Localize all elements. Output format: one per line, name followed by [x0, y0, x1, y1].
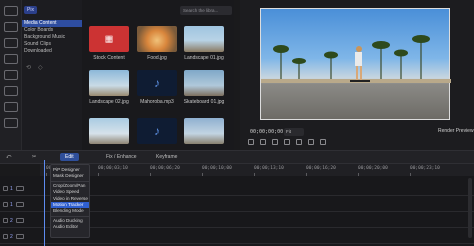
next-frame-icon[interactable]	[284, 139, 290, 145]
timeline-ruler[interactable]: 00;00;00;0000;00;03;1000;00;06;2000;00;1…	[40, 164, 474, 176]
media-tile[interactable]: ▦	[89, 26, 129, 52]
timeline-scrollbar[interactable]	[468, 178, 472, 238]
ruler-tick-label: 00;00;20;00	[358, 166, 388, 171]
music-note-icon: ♪	[154, 76, 160, 90]
menu-item[interactable]: Mask Designer	[51, 173, 89, 179]
media-label: Landscape 01.jpg	[184, 55, 224, 61]
music-note-icon: ♪	[154, 124, 160, 138]
tab-fix-enhance[interactable]: Fix / Enhance	[106, 154, 137, 160]
import-icon[interactable]	[3, 6, 18, 16]
video-track-icon	[16, 186, 24, 191]
tree-item[interactable]: Downloaded	[22, 48, 82, 55]
media-tile[interactable]	[89, 70, 129, 96]
plugins-icon[interactable]	[3, 22, 18, 32]
chapter-icon[interactable]	[3, 118, 18, 128]
preview-video-frame	[260, 8, 451, 120]
media-label: Landscape 02.jpg	[89, 99, 129, 105]
track-number: 1	[10, 186, 13, 192]
ruler-tick-label: 00;00;06;20	[150, 166, 180, 171]
track-toggle-icon[interactable]	[3, 218, 8, 223]
ruler-tick-label: 00;00;13;10	[254, 166, 284, 171]
tag-icon[interactable]: ⟲	[26, 64, 31, 71]
tree-item[interactable]: Sound Clips	[22, 41, 82, 48]
track-number: 2	[10, 234, 13, 240]
playhead[interactable]	[44, 160, 45, 246]
app-window: Pix Media Content Color Boards Background …	[0, 0, 474, 246]
tree-item[interactable]: Media Content	[22, 20, 82, 27]
left-icon-rail	[0, 0, 22, 150]
snapshot-icon[interactable]	[308, 139, 314, 145]
track-number: 1	[10, 202, 13, 208]
media-tile[interactable]	[89, 118, 129, 144]
transport-controls	[248, 139, 326, 145]
track-toggle-icon[interactable]	[3, 234, 8, 239]
library-tree: Pix Media Content Color Boards Background …	[22, 0, 82, 150]
play-icon[interactable]	[248, 139, 254, 145]
skater-figure	[350, 46, 370, 82]
menu-separator	[51, 180, 89, 182]
ruler-tick-label: 00;00;23;10	[410, 166, 440, 171]
media-tile[interactable]: ♪	[137, 118, 177, 144]
stop-icon[interactable]	[260, 139, 266, 145]
tree-item[interactable]: Color Boards	[22, 27, 82, 34]
audio-mix-icon[interactable]	[3, 102, 18, 112]
particle-icon[interactable]	[3, 86, 18, 96]
search-input[interactable]: Search the libra...	[180, 6, 232, 15]
tab-keyframe[interactable]: Keyframe	[156, 154, 177, 160]
audio-track-icon	[16, 234, 24, 239]
menu-item[interactable]: Blending Mode	[51, 208, 89, 214]
media-tile[interactable]: ♪	[137, 70, 177, 96]
track-toggle-icon[interactable]	[3, 202, 8, 207]
filter-icon[interactable]: ◇	[38, 64, 43, 71]
preview-controls: 00;00;00;00 Fit Render Preview	[248, 128, 474, 138]
ruler-tick-label: 00;00;10;00	[202, 166, 232, 171]
fast-forward-icon[interactable]	[296, 139, 302, 145]
audio-track-icon	[16, 202, 24, 207]
media-tile[interactable]	[184, 118, 224, 144]
ruler-tick-label: 00;00;03;10	[98, 166, 128, 171]
timeline-toolbar: ⤺ ✂ Edit Fix / Enhance Keyframe	[0, 150, 474, 164]
undo-icon[interactable]: ⤺	[6, 154, 11, 160]
tab-edit[interactable]: Edit	[60, 153, 79, 161]
media-tile[interactable]	[184, 26, 224, 52]
title-icon[interactable]	[3, 54, 18, 64]
timecode-display[interactable]: 00;00;00;00	[250, 129, 283, 135]
media-label: Mahoroba.mp3	[140, 99, 174, 105]
fit-select[interactable]: Fit	[284, 128, 304, 136]
media-library-icon: ▦	[104, 33, 114, 44]
transition-icon[interactable]	[3, 70, 18, 80]
ruler-tick-label: 00;00;16;20	[306, 166, 336, 171]
scissors-icon[interactable]: ✂	[32, 154, 36, 160]
media-label: Skateboard 01.jpg	[183, 99, 225, 105]
media-tile[interactable]	[184, 70, 224, 96]
render-preview-button[interactable]: Render Preview	[438, 128, 474, 134]
video-track-icon	[16, 218, 24, 223]
volume-icon[interactable]	[320, 139, 326, 145]
tools-dropdown-menu: PiP Designer Mask Designer Crop/Zoom/Pan Vi…	[50, 164, 90, 238]
menu-item[interactable]: Audio Editor	[51, 224, 89, 230]
menu-separator	[51, 215, 89, 217]
effects-icon[interactable]	[3, 38, 18, 48]
tree-item[interactable]: Background Music	[22, 34, 82, 41]
preview-scene	[261, 35, 451, 83]
track-number: 2	[10, 218, 13, 224]
media-tile[interactable]	[137, 26, 177, 52]
library-filter-badge[interactable]: Pix	[24, 6, 37, 14]
track-toggle-icon[interactable]	[3, 186, 8, 191]
media-label: Food.jpg	[147, 55, 167, 61]
prev-frame-icon[interactable]	[272, 139, 278, 145]
media-label: Stock Content	[93, 55, 125, 61]
